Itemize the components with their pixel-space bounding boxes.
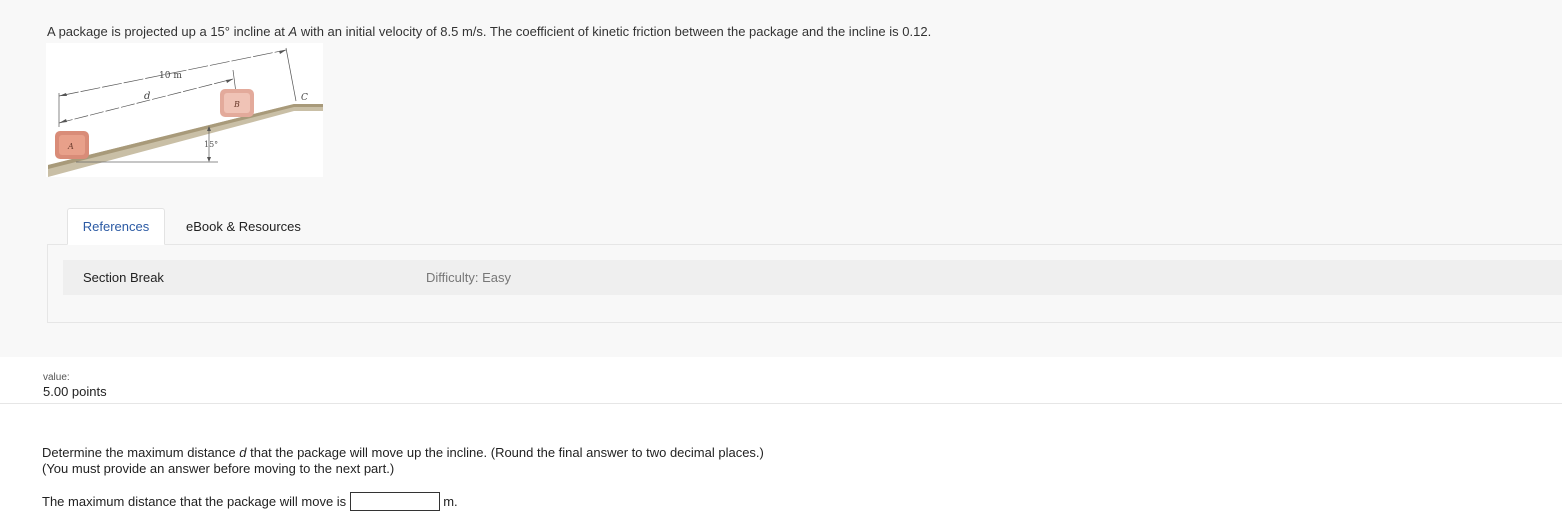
dimension-d-label: d bbox=[144, 91, 150, 102]
answer-row: The maximum distance that the package wi… bbox=[42, 492, 458, 511]
section-break-bar: Section Break Difficulty: Easy bbox=[63, 260, 1562, 295]
answer-unit: m. bbox=[443, 494, 458, 509]
answer-input[interactable] bbox=[350, 492, 441, 511]
problem-statement: A package is projected up a 15° incline … bbox=[47, 24, 931, 39]
point-b-label: B bbox=[233, 100, 240, 109]
tab-ebook-resources[interactable]: eBook & Resources bbox=[186, 219, 301, 234]
question-line-1: Determine the maximum distance d that th… bbox=[42, 445, 764, 461]
section-break-label: Section Break bbox=[83, 270, 164, 285]
problem-text-part2: with an initial velocity of 8.5 m/s. The… bbox=[297, 24, 932, 39]
incline-figure: 15° 10 m d A B C bbox=[46, 43, 323, 177]
question-text-part2: that the package will move up the inclin… bbox=[246, 445, 764, 460]
value-label: value: bbox=[43, 372, 70, 383]
question-text: Determine the maximum distance d that th… bbox=[42, 445, 764, 477]
question-text-part1: Determine the maximum distance bbox=[42, 445, 240, 460]
point-a-label: A bbox=[67, 142, 74, 151]
problem-text-part1: A package is projected up a 15° incline … bbox=[47, 24, 289, 39]
divider bbox=[0, 403, 1562, 404]
answer-prefix: The maximum distance that the package wi… bbox=[42, 494, 347, 509]
question-line-2: (You must provide an answer before movin… bbox=[42, 461, 395, 476]
value-points: 5.00 points bbox=[43, 384, 107, 399]
problem-point-label: A bbox=[288, 24, 298, 39]
angle-label: 15° bbox=[204, 140, 218, 149]
point-c-label: C bbox=[301, 93, 308, 103]
tab-references[interactable]: References bbox=[67, 208, 165, 245]
package-a: A bbox=[55, 131, 89, 159]
difficulty-label: Difficulty: Easy bbox=[426, 270, 512, 285]
dimension-10m-label: 10 m bbox=[159, 71, 182, 81]
package-b: B bbox=[220, 89, 254, 117]
